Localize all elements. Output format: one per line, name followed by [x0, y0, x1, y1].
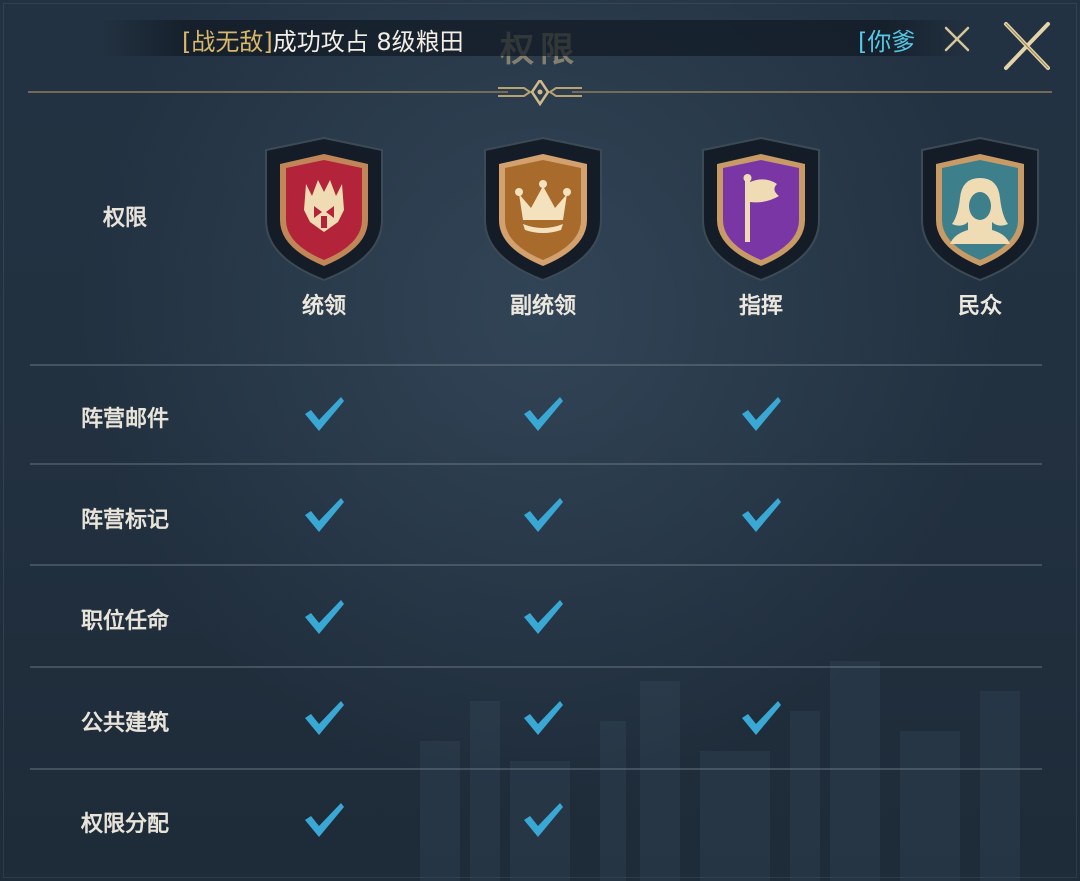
role-commander: 统领	[254, 136, 394, 320]
checkmark-icon	[524, 803, 563, 837]
row-separator	[30, 768, 1042, 770]
citizen-icon	[921, 136, 1039, 282]
permission-name: 阵营邮件	[80, 407, 169, 432]
permission-name: 职位任命	[80, 609, 169, 634]
checkmark-icon	[305, 701, 344, 735]
checkmark-icon	[305, 397, 344, 431]
broadcast-message: [战无敌]成功攻占 8级粮田	[182, 22, 464, 57]
crown-icon	[484, 136, 602, 282]
checkmark-icon	[305, 498, 344, 532]
row-separator	[30, 564, 1042, 566]
role-vice-commander: 副统领	[473, 136, 613, 320]
permission-name: 权限分配	[80, 812, 169, 837]
broadcast-dismiss-icon[interactable]	[940, 22, 974, 56]
role-name: 统领	[301, 294, 346, 319]
checkmark-icon	[524, 498, 563, 532]
checkmark-icon	[524, 600, 563, 634]
checkmark-icon	[305, 803, 344, 837]
checkmark-icon	[524, 397, 563, 431]
row-separator	[30, 463, 1042, 465]
commander-helmet-icon	[265, 136, 383, 282]
checkmark-icon	[742, 701, 781, 735]
role-name: 指挥	[738, 294, 783, 319]
broadcast-text: 成功攻占 8级粮田	[272, 28, 464, 56]
broadcast-tag: [战无敌]	[182, 28, 273, 56]
permission-name: 阵营标记	[80, 508, 169, 533]
permission-name: 公共建筑	[80, 711, 169, 736]
broadcast-next-tag: [你爹	[858, 28, 916, 56]
permissions-dialog: 权限 [战无敌]成功攻占 8级粮田 [你爹 权限 统领	[0, 0, 1080, 881]
role-director: 指挥	[691, 136, 831, 320]
role-name: 副统领	[509, 294, 576, 319]
background-city-silhouette	[420, 661, 1020, 881]
close-icon[interactable]	[998, 18, 1054, 74]
checkmark-icon	[305, 600, 344, 634]
row-separator	[30, 364, 1042, 366]
flag-icon	[702, 136, 820, 282]
role-name: 民众	[957, 294, 1002, 319]
title-divider	[28, 80, 1052, 107]
panel-border	[3, 3, 1077, 878]
row-separator	[30, 666, 1042, 668]
checkmark-icon	[742, 397, 781, 431]
role-citizen: 民众	[910, 136, 1050, 320]
header-permissions-label: 权限	[102, 206, 147, 231]
checkmark-icon	[742, 498, 781, 532]
checkmark-icon	[524, 701, 563, 735]
